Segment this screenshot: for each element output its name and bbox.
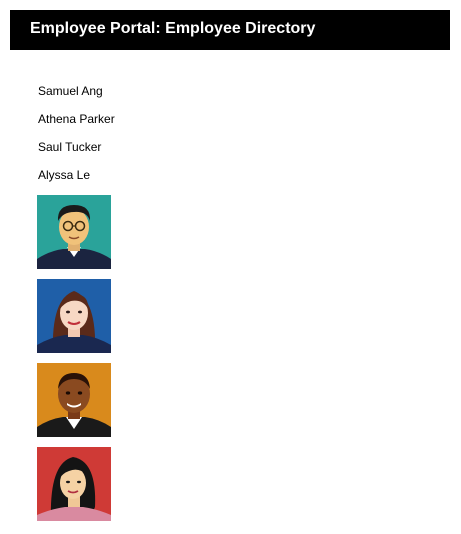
employee-photo[interactable] — [37, 363, 111, 437]
employee-name-link[interactable]: Saul Tucker — [38, 138, 115, 166]
employee-name-list: Samuel Ang Athena Parker Saul Tucker Aly… — [38, 82, 115, 194]
avatar-man-icon — [37, 363, 111, 437]
employee-name-link[interactable]: Athena Parker — [38, 110, 115, 138]
employee-photo[interactable] — [37, 195, 111, 269]
avatar-woman-icon — [37, 279, 111, 353]
page-header: Employee Portal: Employee Directory — [10, 10, 450, 50]
employee-name-link[interactable]: Alyssa Le — [38, 166, 115, 194]
employee-photo-list — [37, 195, 111, 531]
employee-name-link[interactable]: Samuel Ang — [38, 82, 115, 110]
page-title: Employee Portal: Employee Directory — [30, 20, 316, 37]
employee-photo[interactable] — [37, 279, 111, 353]
avatar-man-glasses-icon — [37, 195, 111, 269]
avatar-woman-icon — [37, 447, 111, 521]
employee-photo[interactable] — [37, 447, 111, 521]
